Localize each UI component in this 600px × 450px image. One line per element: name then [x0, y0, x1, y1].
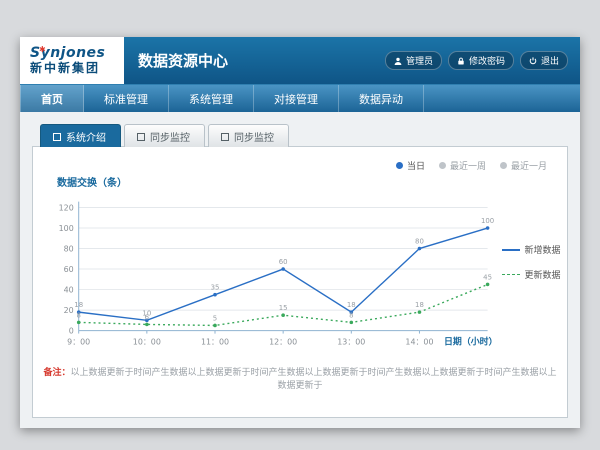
nav-item-integration-mgmt-label: 对接管理	[274, 91, 318, 107]
svg-text:13：00: 13：00	[337, 337, 365, 346]
svg-text:18: 18	[347, 301, 356, 309]
chart-legend: 新增数据 更新数据	[502, 243, 568, 361]
legend-label-updated-data: 更新数据	[525, 268, 561, 281]
svg-text:18: 18	[74, 301, 83, 309]
svg-text:9：00: 9：00	[67, 337, 90, 346]
svg-text:120: 120	[59, 203, 74, 212]
range-filter-group: 当日 最近一周 最近一月	[33, 147, 567, 172]
svg-text:100: 100	[481, 217, 494, 225]
svg-text:10：00: 10：00	[133, 337, 161, 346]
svg-text:8: 8	[76, 311, 80, 319]
tab-icon	[221, 133, 229, 141]
svg-text:80: 80	[415, 238, 424, 246]
nav-item-home[interactable]: 首页	[20, 85, 84, 112]
tab-sync-monitor-2-label: 同步监控	[234, 129, 274, 144]
chart-y-axis-title: 数据交换（条）	[57, 174, 567, 189]
svg-text:15: 15	[279, 304, 288, 312]
svg-text:45: 45	[483, 273, 492, 281]
brand-star-icon: ✱	[39, 42, 46, 57]
footnote-label: 备注：	[43, 368, 70, 378]
tab-sync-monitor-2[interactable]: 同步监控	[208, 124, 289, 147]
brand-logo: ✱ Synjones 新中新集团	[20, 37, 124, 84]
tab-sync-monitor-1[interactable]: 同步监控	[124, 124, 205, 147]
svg-text:18: 18	[415, 301, 424, 309]
svg-text:35: 35	[211, 284, 220, 292]
filter-last-week-label: 最近一周	[450, 159, 486, 172]
nav-item-standard-mgmt[interactable]: 标准管理	[84, 85, 169, 112]
lock-icon	[457, 57, 465, 65]
admin-user-label: 管理员	[406, 54, 433, 67]
content-area: 系统介绍 同步监控 同步监控 当日 最近一周	[20, 112, 580, 429]
filter-last-month[interactable]: 最近一月	[500, 159, 547, 172]
tab-bar: 系统介绍 同步监控 同步监控	[40, 124, 568, 147]
brand-name-cn: 新中新集团	[30, 61, 124, 76]
legend-line-dashed-icon	[502, 274, 520, 275]
tab-icon	[53, 133, 61, 141]
svg-text:8: 8	[349, 311, 353, 319]
logout-button[interactable]: 退出	[520, 51, 568, 70]
svg-text:80: 80	[64, 245, 74, 254]
legend-item-updated-data: 更新数据	[502, 268, 568, 281]
nav-item-standard-mgmt-label: 标准管理	[104, 91, 148, 107]
svg-text:11：00: 11：00	[201, 337, 229, 346]
change-password-label: 修改密码	[469, 54, 505, 67]
footnote: 备注：以上数据更新于时间产生数据以上数据更新于时间产生数据以上数据更新于时间产生…	[33, 365, 567, 391]
footnote-text: 以上数据更新于时间产生数据以上数据更新于时间产生数据以上数据更新于时间产生数据以…	[71, 368, 557, 391]
main-nav: 首页 标准管理 系统管理 对接管理 数据异动	[20, 84, 580, 112]
filter-today-dot-icon	[396, 162, 403, 169]
tab-sync-monitor-1-label: 同步监控	[150, 129, 190, 144]
nav-item-data-change-label: 数据异动	[359, 91, 403, 107]
header: ✱ Synjones 新中新集团 数据资源中心 管理员 修改密码	[20, 37, 580, 84]
nav-item-integration-mgmt[interactable]: 对接管理	[254, 85, 339, 112]
filter-last-week[interactable]: 最近一周	[439, 159, 486, 172]
app-window: ✱ Synjones 新中新集团 数据资源中心 管理员 修改密码	[20, 37, 580, 428]
nav-item-system-mgmt-label: 系统管理	[189, 91, 233, 107]
chart-row: 0 20 40 60 80 100 120 9：00 10：00 11：00 12：00 13：00 1…	[33, 191, 567, 361]
filter-today[interactable]: 当日	[396, 159, 425, 172]
brand-name: ✱ Synjones	[30, 46, 124, 61]
tab-system-intro[interactable]: 系统介绍	[40, 124, 121, 147]
tab-icon	[137, 133, 145, 141]
power-icon	[529, 57, 537, 65]
svg-text:12：00: 12：00	[269, 337, 297, 346]
logout-label: 退出	[541, 54, 559, 67]
user-actions: 管理员 修改密码 退出	[385, 37, 580, 84]
change-password-button[interactable]: 修改密码	[448, 51, 514, 70]
svg-text:60: 60	[64, 265, 74, 274]
nav-item-system-mgmt[interactable]: 系统管理	[169, 85, 254, 112]
chart-panel: 当日 最近一周 最近一月 数据交换（条） 0 20 40 60 80 100 120 9：00…	[32, 146, 568, 418]
admin-user-button[interactable]: 管理员	[385, 51, 442, 70]
svg-text:60: 60	[279, 258, 288, 266]
svg-text:100: 100	[59, 224, 74, 233]
filter-today-label: 当日	[407, 159, 425, 172]
svg-text:14：00: 14：00	[405, 337, 433, 346]
legend-label-new-data: 新增数据	[525, 243, 561, 256]
svg-text:6: 6	[145, 313, 149, 321]
app-title: 数据资源中心	[124, 50, 228, 71]
svg-text:40: 40	[64, 286, 74, 295]
filter-last-week-dot-icon	[439, 162, 446, 169]
svg-text:0: 0	[69, 327, 74, 336]
filter-last-month-label: 最近一月	[511, 159, 547, 172]
user-icon	[394, 57, 402, 65]
svg-text:5: 5	[213, 314, 217, 322]
legend-line-solid-icon	[502, 249, 520, 251]
nav-item-data-change[interactable]: 数据异动	[339, 85, 424, 112]
line-chart: 0 20 40 60 80 100 120 9：00 10：00 11：00 12：00 13：00 1…	[39, 191, 502, 361]
svg-text:日期（小时）: 日期（小时）	[444, 335, 498, 347]
legend-item-new-data: 新增数据	[502, 243, 568, 256]
filter-last-month-dot-icon	[500, 162, 507, 169]
svg-text:20: 20	[64, 306, 74, 315]
tab-system-intro-label: 系统介绍	[66, 129, 106, 144]
nav-item-home-label: 首页	[41, 91, 63, 107]
